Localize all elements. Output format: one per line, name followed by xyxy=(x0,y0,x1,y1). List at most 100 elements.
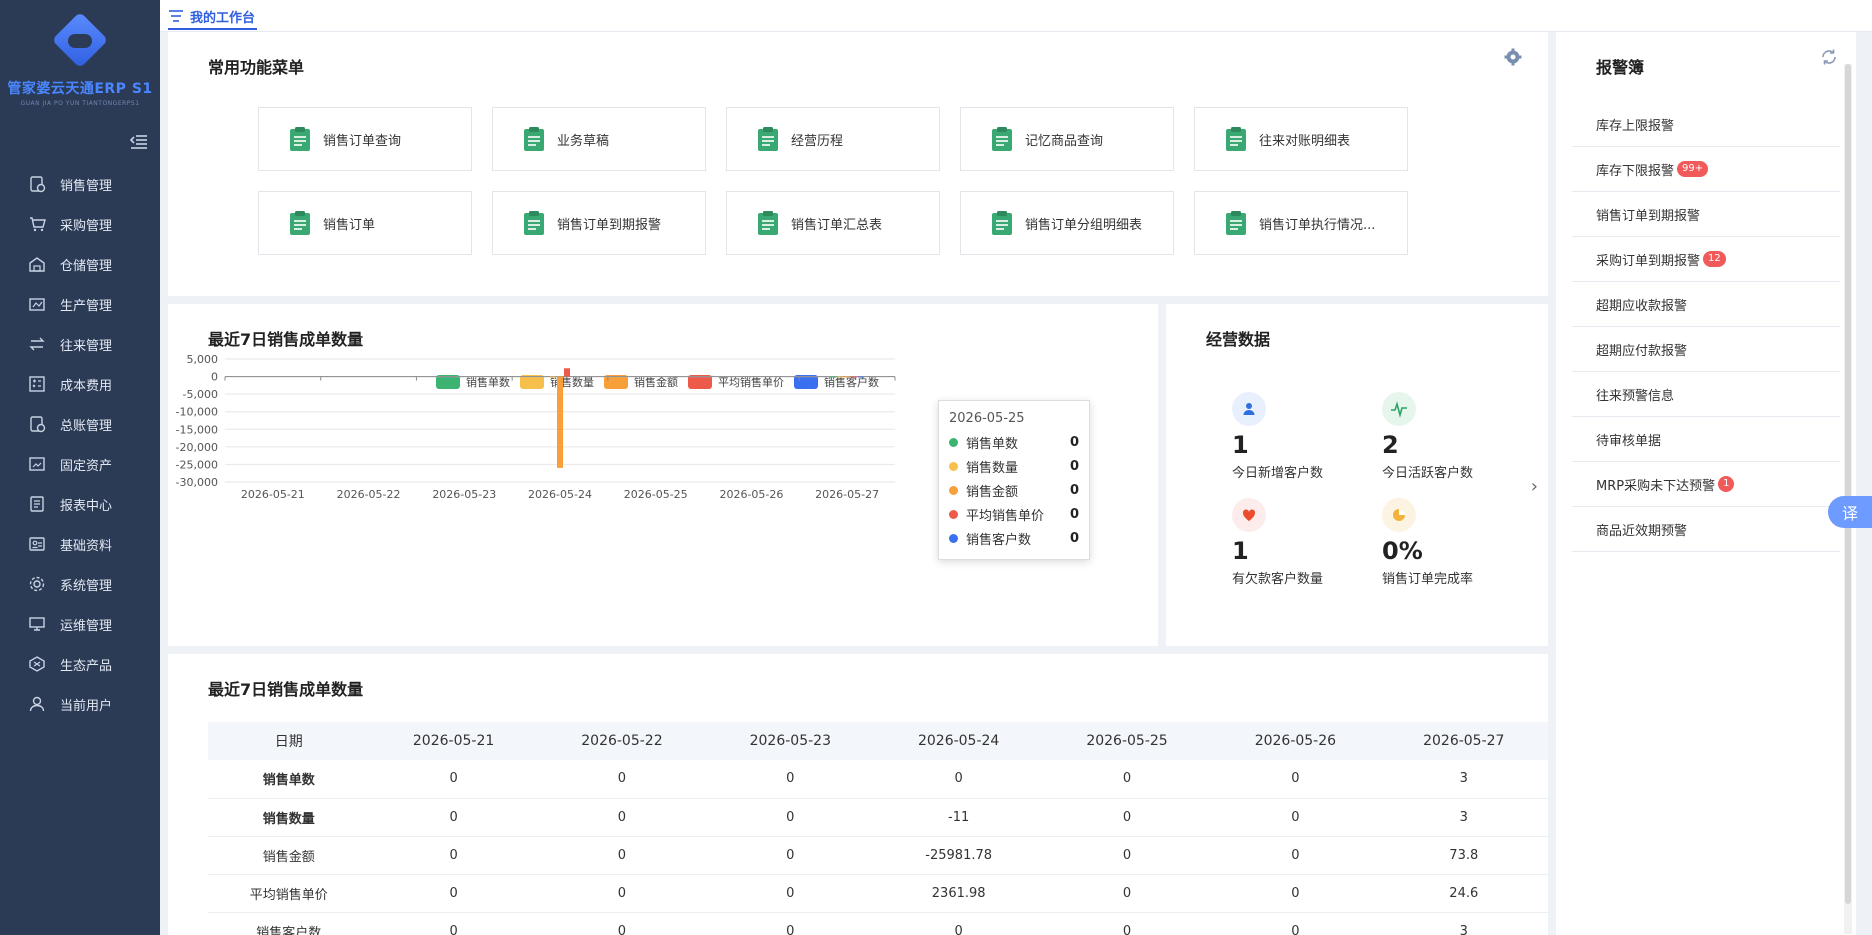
alert-count-badge: 99+ xyxy=(1677,161,1709,177)
alert-label: 往来预警信息 xyxy=(1596,388,1675,404)
sidebar-item-5[interactable]: 往来管理 xyxy=(0,324,160,364)
sidebar-item-1[interactable]: 销售管理 xyxy=(0,164,160,204)
sidebar-menu: 销售管理 采购管理 仓储管理 生产管理 往来管理 成本费用 总账管理固定资产报表中心 基础资料… xyxy=(0,164,160,724)
alert-item[interactable]: 往来预警信息 xyxy=(1572,372,1840,417)
bar[interactable] xyxy=(837,376,844,378)
tooltip-series-name: 销售客户数 xyxy=(966,532,1032,548)
y-tick-label: 0 xyxy=(211,371,218,384)
tooltip-dot xyxy=(949,437,958,447)
table-cell: 3 xyxy=(1379,760,1548,799)
sidebar-item-2[interactable]: 采购管理 xyxy=(0,204,160,244)
quick-menu-label: 销售订单查询 xyxy=(323,133,402,149)
alert-label: 库存上限报警 xyxy=(1596,118,1675,134)
sidebar-item-8[interactable]: 固定资产 xyxy=(0,444,160,484)
alert-label: 商品近效期预警 xyxy=(1596,523,1688,539)
tooltip-series-value: 0 xyxy=(1069,482,1079,498)
bar[interactable] xyxy=(550,376,556,378)
table-row-header: 销售金额 xyxy=(208,836,370,875)
quick-menu-title: 常用功能菜单 xyxy=(208,58,305,77)
x-tick-label: 2026-05-22 xyxy=(337,488,401,501)
sidebar-item-label: 固定资产 xyxy=(60,458,113,474)
quick-menu-label: 销售订单执行情况... xyxy=(1259,217,1376,233)
table-cell: 3 xyxy=(1379,912,1548,935)
x-tick-label: 2026-05-25 xyxy=(624,488,688,501)
sidebar-item-11[interactable]: 系统管理 xyxy=(0,564,160,604)
sidebar-item-7[interactable]: 总账管理 xyxy=(0,404,160,444)
bar[interactable] xyxy=(564,368,570,377)
settings-gear-icon[interactable] xyxy=(1504,48,1522,66)
calculator-icon xyxy=(28,375,46,393)
tab-workbench[interactable]: 我的工作台 xyxy=(168,4,258,30)
chevron-right-icon[interactable]: › xyxy=(1531,476,1538,497)
sidebar: 管家婆云天通ERP S1 GUAN JIA PO YUN TIANTONGERP… xyxy=(0,0,160,935)
sales-icon xyxy=(28,175,46,193)
alerts-card: 报警簿 库存上限报警 库存下限报警 99+ 销售订单到期报警 采购订单到期报警 12 超期应… xyxy=(1556,32,1856,935)
alert-item[interactable]: 库存上限报警 xyxy=(1572,102,1840,147)
table-cell: -25981.78 xyxy=(874,836,1043,875)
table-row: 销售客户数 0 0 0 0 0 0 3 xyxy=(208,912,1548,935)
quick-menu-label: 销售订单到期报警 xyxy=(557,217,662,233)
sidebar-item-13[interactable]: 生态产品 xyxy=(0,644,160,684)
cloud-logo-icon xyxy=(51,11,109,74)
bar[interactable] xyxy=(557,376,563,468)
table-header-cell: 2026-05-26 xyxy=(1211,722,1380,760)
tooltip-series-name: 销售单数 xyxy=(966,436,1019,452)
quick-menu-item[interactable]: 往来对账明细表 xyxy=(1194,107,1408,171)
sidebar-item-4[interactable]: 生产管理 xyxy=(0,284,160,324)
quick-menu-item[interactable]: 业务草稿 xyxy=(492,107,706,171)
business-stat: 1 有欠款客户数量 xyxy=(1232,498,1372,587)
alert-label: 采购订单到期报警 xyxy=(1596,253,1701,269)
bar[interactable] xyxy=(844,376,851,378)
x-tick-label: 2026-05-21 xyxy=(241,488,305,501)
sidebar-item-10[interactable]: 基础资料 xyxy=(0,524,160,564)
alert-item[interactable]: 商品近效期预警 xyxy=(1572,507,1840,552)
sidebar-item-12[interactable]: 运维管理 xyxy=(0,604,160,644)
quick-menu-label: 销售订单汇总表 xyxy=(791,217,883,233)
sidebar-item-14[interactable]: 当前用户 xyxy=(0,684,160,724)
y-tick-label: -15,000 xyxy=(176,423,218,436)
refresh-icon[interactable] xyxy=(1820,48,1838,66)
x-tick-label: 2026-05-26 xyxy=(719,488,783,501)
alert-item[interactable]: 销售订单到期报警 xyxy=(1572,192,1840,237)
ledger-icon xyxy=(28,415,46,433)
monitor-icon xyxy=(28,615,46,633)
translate-button[interactable]: 译 xyxy=(1828,496,1872,528)
sidebar-item-3[interactable]: 仓储管理 xyxy=(0,244,160,284)
quick-menu-item[interactable]: 销售订单分组明细表 xyxy=(960,191,1174,255)
alert-item[interactable]: 超期应收款报警 xyxy=(1572,282,1840,327)
quick-menu-item[interactable]: 销售订单到期报警 xyxy=(492,191,706,255)
x-tick-label: 2026-05-24 xyxy=(528,488,592,501)
table-cell: 24.6 xyxy=(1379,874,1548,913)
alert-item[interactable]: 采购订单到期报警 12 xyxy=(1572,237,1840,282)
quick-menu-item[interactable]: 销售订单查询 xyxy=(258,107,472,171)
quick-menu-item[interactable]: 经营历程 xyxy=(726,107,940,171)
alert-label: 销售订单到期报警 xyxy=(1596,208,1701,224)
alert-item[interactable]: 库存下限报警 99+ xyxy=(1572,147,1840,192)
alert-item[interactable]: 超期应付款报警 xyxy=(1572,327,1840,372)
clipboard-icon xyxy=(289,210,311,236)
quick-menu-item[interactable]: 销售订单执行情况... xyxy=(1194,191,1408,255)
alert-item[interactable]: 待审核单据 xyxy=(1572,417,1840,462)
alert-item[interactable]: MRP采购未下达预警 1 xyxy=(1572,462,1840,507)
table-header-cell: 2026-05-22 xyxy=(537,722,707,760)
logo-title: 管家婆云天通ERP S1 xyxy=(7,81,153,97)
scrollbar-thumb[interactable] xyxy=(1845,64,1851,904)
logo[interactable]: 管家婆云天通ERP S1 GUAN JIA PO YUN TIANTONGERP… xyxy=(0,0,160,118)
stat-label: 有欠款客户数量 xyxy=(1232,572,1324,587)
clipboard-icon xyxy=(289,126,311,152)
quick-menu-item[interactable]: 记忆商品查询 xyxy=(960,107,1174,171)
table-cell: 73.8 xyxy=(1379,836,1548,875)
sidebar-item-6[interactable]: 成本费用 xyxy=(0,364,160,404)
table-title: 最近7日销售成单数量 xyxy=(208,680,364,699)
logo-subtitle: GUAN JIA PO YUN TIANTONGERPS1 xyxy=(20,100,140,107)
table-row-header: 平均销售单价 xyxy=(208,874,370,913)
bar[interactable] xyxy=(851,376,858,378)
quick-menu-item[interactable]: 销售订单 xyxy=(258,191,472,255)
bar[interactable] xyxy=(858,376,865,378)
clipboard-icon xyxy=(1225,210,1247,236)
collapse-menu-icon[interactable] xyxy=(129,134,148,150)
exchange-icon xyxy=(28,335,46,353)
bar[interactable] xyxy=(830,376,837,378)
sidebar-item-9[interactable]: 报表中心 xyxy=(0,484,160,524)
quick-menu-item[interactable]: 销售订单汇总表 xyxy=(726,191,940,255)
